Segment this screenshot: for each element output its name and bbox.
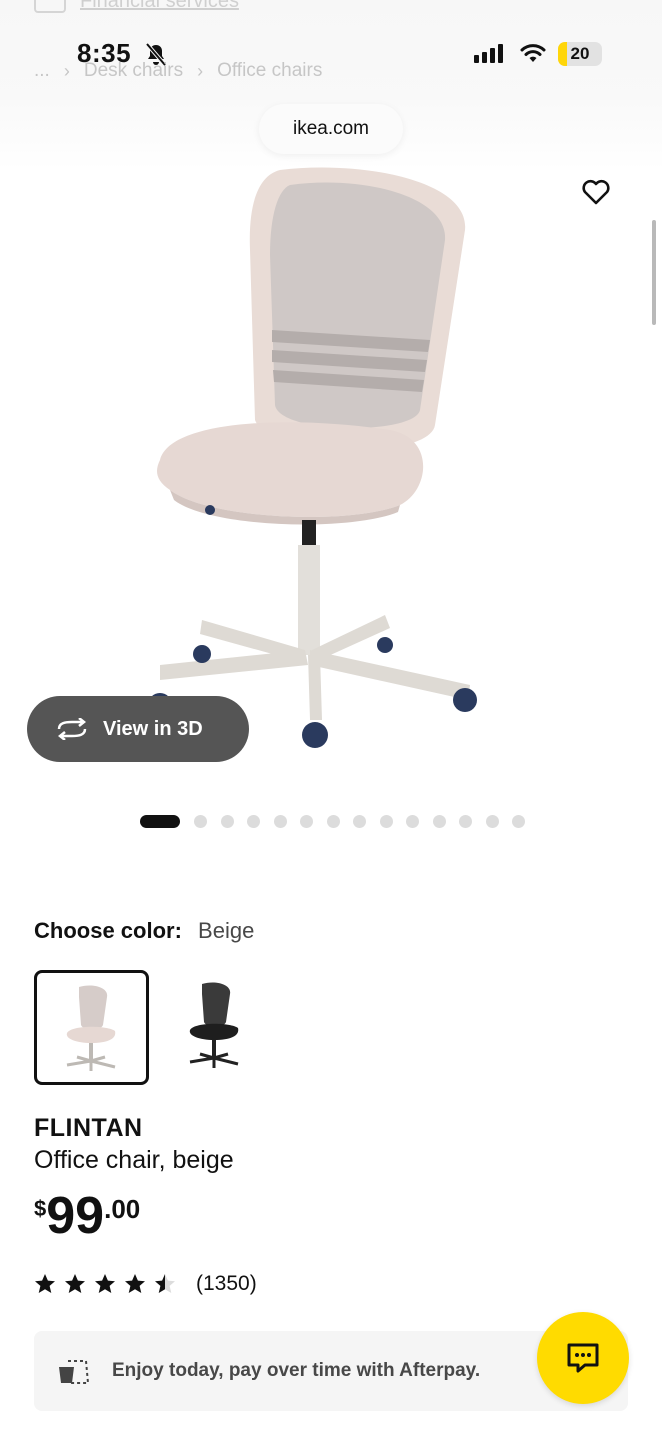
url-bar[interactable]: ikea.com [259, 104, 403, 154]
product-price: $ 99 .00 [34, 1190, 140, 1242]
price-decimal: .00 [104, 1194, 141, 1224]
star-icon [65, 1274, 85, 1293]
star-icon [125, 1274, 145, 1293]
color-swatch-black[interactable] [160, 970, 275, 1085]
breadcrumb: ... › Desk chairs › Office chairs [34, 60, 322, 82]
gallery-pagination[interactable] [140, 815, 539, 828]
gallery-dot[interactable] [220, 815, 234, 828]
price-integer: 99 [46, 1187, 105, 1245]
star-icon [155, 1274, 175, 1293]
gallery-dot[interactable] [459, 815, 472, 828]
financial-services-link[interactable]: Financial services [80, 0, 239, 13]
afterpay-text: Enjoy today, pay over time with Afterpay… [112, 1360, 481, 1381]
battery-indicator: 20 [558, 42, 602, 66]
product-rating[interactable]: (1350) [34, 1272, 257, 1296]
chevron-right-icon: › [197, 60, 204, 81]
gallery-dot[interactable] [300, 815, 313, 828]
gallery-dot[interactable] [379, 815, 393, 828]
rotate-3d-icon [57, 718, 87, 740]
product-name: FLINTAN [34, 1114, 143, 1142]
page-scrollbar[interactable] [652, 220, 656, 325]
choose-color-label: Choose color: [34, 918, 182, 943]
gallery-dot[interactable] [140, 815, 180, 828]
chat-button[interactable] [537, 1312, 629, 1404]
favorite-heart-icon[interactable] [580, 176, 612, 208]
gallery-dot[interactable] [194, 815, 207, 828]
gallery-dot[interactable] [432, 815, 446, 828]
product-image[interactable] [130, 160, 510, 760]
gallery-dot[interactable] [247, 815, 260, 828]
gallery-dot[interactable] [326, 815, 340, 828]
view-in-3d-label: View in 3D [103, 717, 203, 740]
view-in-3d-button[interactable]: View in 3D [27, 696, 249, 762]
color-swatch-beige[interactable] [34, 970, 149, 1085]
wifi-icon [520, 44, 546, 62]
breadcrumb-office-chairs[interactable]: Office chairs [217, 60, 322, 82]
gallery-dot[interactable] [512, 815, 525, 828]
battery-level: 20 [570, 44, 590, 63]
gallery-dot[interactable] [406, 815, 419, 828]
chat-bubble-icon [567, 1343, 599, 1373]
selected-color-value: Beige [198, 918, 255, 943]
color-chooser-label: Choose color: Beige [34, 918, 254, 944]
gallery-dot[interactable] [273, 815, 287, 828]
breadcrumb-more[interactable]: ... [34, 60, 50, 82]
beige-chair-thumbnail [66, 985, 116, 1071]
star-icon [95, 1274, 115, 1293]
financial-icon [34, 0, 66, 13]
star-icon [35, 1274, 55, 1293]
ghost-nav-row: Financial services [34, 0, 239, 13]
rating-stars [34, 1273, 176, 1295]
gallery-dot[interactable] [353, 815, 366, 828]
breadcrumb-desk-chairs[interactable]: Desk chairs [84, 60, 183, 82]
gallery-dot[interactable] [485, 815, 499, 828]
black-chair-thumbnail [189, 982, 239, 1068]
price-currency: $ [34, 1196, 47, 1221]
chevron-right-icon: › [63, 60, 70, 81]
cellular-signal-icon [474, 44, 503, 63]
afterpay-icon [59, 1360, 90, 1384]
review-count: (1350) [196, 1272, 257, 1295]
product-description: Office chair, beige [34, 1146, 234, 1174]
